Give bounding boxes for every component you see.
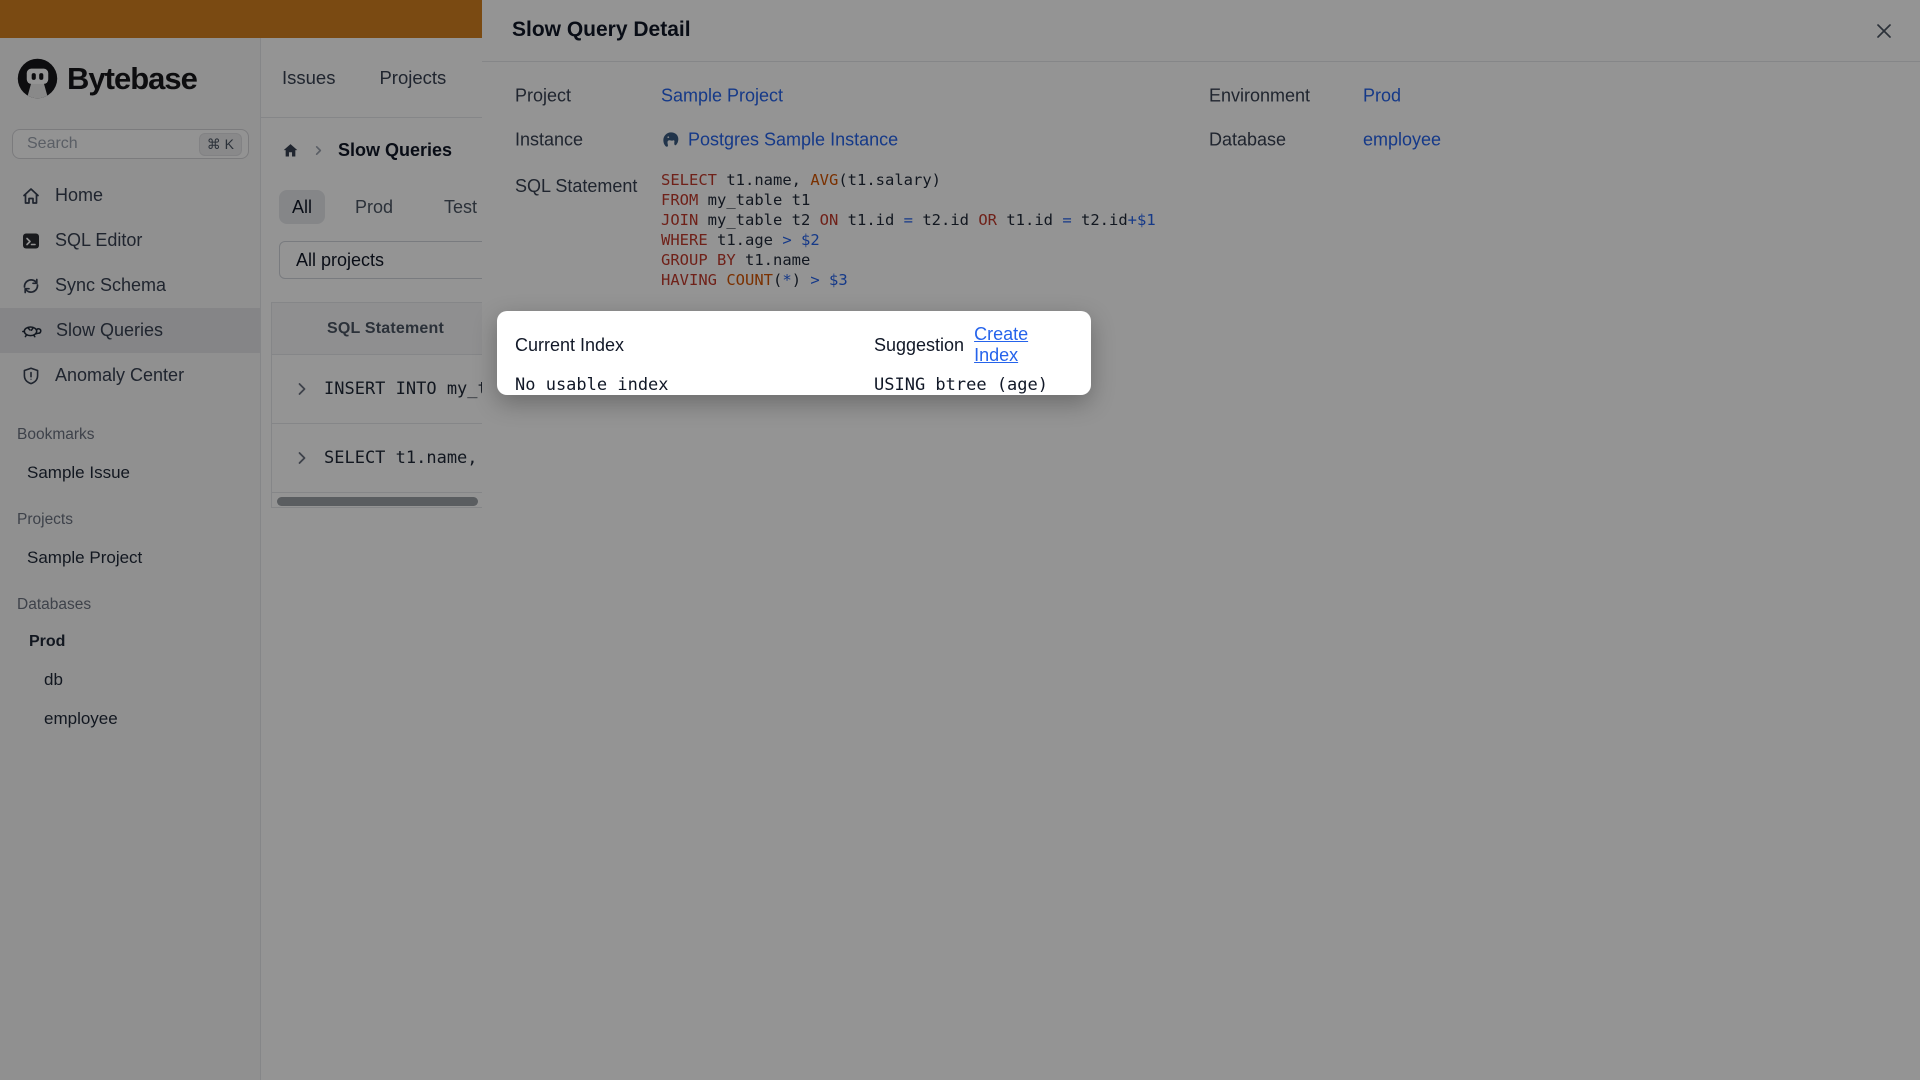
index-suggestion-popover: Current Index Suggestion Create Index No… xyxy=(497,311,1091,395)
suggestion-label: Suggestion xyxy=(874,334,965,355)
create-index-link[interactable]: Create Index xyxy=(974,324,1073,366)
current-index-label: Current Index xyxy=(515,334,625,355)
suggestion-header: Suggestion Create Index xyxy=(874,324,1073,366)
app-root: Bytebase Search ⌘ K Home SQL Editor Sync… xyxy=(0,0,1920,1080)
current-index-value: No usable index xyxy=(515,375,669,395)
dim-overlay xyxy=(0,0,1920,1080)
suggestion-value: USING btree (age) xyxy=(874,375,1048,395)
